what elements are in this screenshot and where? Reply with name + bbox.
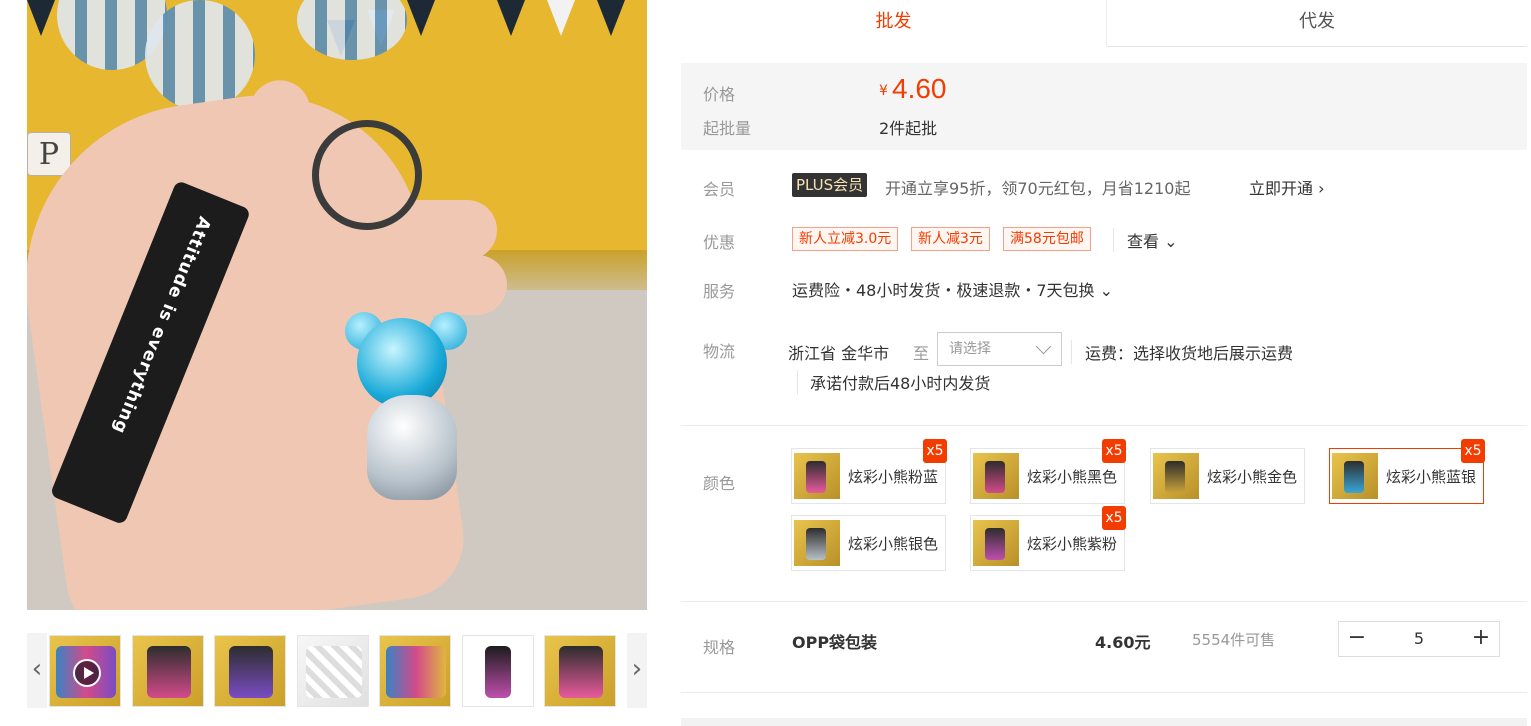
quantity-stepper: − + (1338, 621, 1500, 657)
ship-from-location: 浙江省 金华市 (788, 344, 890, 363)
thumbnail-image[interactable] (132, 635, 204, 707)
keychain-thumb (985, 528, 1005, 560)
currency-symbol: ¥ (879, 83, 888, 99)
bunting-flag (597, 0, 625, 36)
section-divider (681, 692, 1527, 693)
thumbnail-keychain (559, 646, 603, 698)
thumbnail-image[interactable] (544, 635, 616, 707)
logistics-label: 物流 (703, 342, 736, 361)
thumbnail-image[interactable] (462, 635, 534, 707)
coupon-tag[interactable]: 新人立减3.0元 (792, 227, 899, 251)
service-label: 服务 (703, 282, 736, 301)
shipping-promise: 承诺付款后48小时内发货 (797, 370, 990, 394)
service-guarantees[interactable]: 运费险・48小时发货・极速退款・7天包换 ⌄ (792, 277, 1113, 301)
spec-price: 4.60元 (1095, 633, 1151, 652)
key-ring (312, 120, 422, 230)
color-option-name: 炫彩小熊黑色 (1027, 468, 1118, 486)
quantity-badge: x5 (1102, 439, 1126, 463)
destination-select[interactable]: 请选择 (937, 332, 1062, 366)
color-option-image (973, 520, 1019, 566)
bunting-flag (407, 0, 435, 36)
bottom-bar (681, 718, 1527, 726)
section-divider (681, 425, 1527, 426)
color-option-image (794, 453, 840, 499)
color-option-name: 炫彩小熊蓝银 (1386, 468, 1477, 486)
ship-to-label: 至 (913, 344, 930, 363)
member-label: 会员 (703, 180, 736, 199)
thumbnail-image[interactable] (297, 635, 369, 707)
price-box: 价格 ¥ 4.60 起批量 2件起批 (681, 63, 1527, 150)
color-option-image (794, 520, 840, 566)
color-option-image (1332, 453, 1378, 499)
discount-label: 优惠 (703, 233, 736, 252)
quantity-badge: x5 (1102, 506, 1126, 530)
keychain-thumb (1344, 461, 1364, 493)
chevron-right-icon[interactable]: › (627, 633, 647, 708)
color-option[interactable]: 炫彩小熊黑色 x5 (970, 439, 1126, 504)
wall-letter: P (27, 132, 71, 176)
color-option[interactable]: 炫彩小熊银色 (791, 515, 946, 571)
keychain-thumb (806, 528, 826, 560)
color-option-name: 炫彩小熊粉蓝 (848, 468, 939, 486)
coupon-tag[interactable]: 满58元包邮 (1003, 227, 1091, 251)
view-coupons-link[interactable]: 查看 ⌄ (1113, 228, 1178, 252)
spec-label: 规格 (703, 638, 736, 657)
price-label: 价格 (703, 85, 736, 104)
color-option-image (1153, 453, 1199, 499)
chevron-down-icon (1035, 338, 1052, 355)
keychain-thumb (1165, 461, 1185, 493)
thumbnail-video[interactable] (49, 635, 121, 707)
quantity-input[interactable] (1375, 622, 1463, 656)
bear-body (367, 395, 457, 500)
open-membership-link[interactable]: 立即开通 › (1249, 175, 1325, 199)
bunting-flag (27, 0, 55, 36)
keychain-thumb (806, 461, 826, 493)
bunting-flag (497, 0, 525, 36)
spec-name: OPP袋包装 (792, 633, 878, 652)
section-divider (681, 601, 1527, 602)
color-option-name: 炫彩小熊金色 (1207, 468, 1298, 486)
member-benefit-text: 开通立享95折，领70元红包，月省1210起 (885, 179, 1191, 198)
tab-dropship[interactable]: 代发 (1106, 0, 1527, 47)
bunting-flag (547, 0, 575, 36)
tab-wholesale[interactable]: 批发 (681, 0, 1106, 47)
purchase-mode-tabs: 批发 代发 (681, 0, 1527, 47)
coupon-tag[interactable]: 新人减3元 (911, 227, 990, 251)
color-option-name: 炫彩小熊紫粉 (1027, 535, 1118, 553)
color-label: 颜色 (703, 474, 736, 493)
destination-placeholder: 请选择 (949, 341, 991, 357)
thumbnail-keychain (485, 646, 511, 698)
freight-info: 运费：选择收货地后展示运费 (1071, 340, 1293, 364)
thumbnail-image[interactable] (379, 635, 451, 707)
increase-button[interactable]: + (1463, 622, 1499, 656)
color-option-selected[interactable]: 炫彩小熊蓝银 x5 (1329, 439, 1485, 504)
color-option[interactable]: 炫彩小熊粉蓝 x5 (791, 439, 947, 504)
quantity-badge: x5 (923, 439, 947, 463)
balloon-decoration (145, 0, 255, 110)
chevron-left-icon[interactable]: ‹ (27, 633, 47, 708)
moq-value: 2件起批 (879, 119, 938, 138)
moq-label: 起批量 (703, 119, 752, 138)
color-option-name: 炫彩小熊银色 (848, 535, 939, 553)
color-option[interactable]: 炫彩小熊紫粉 x5 (970, 506, 1126, 571)
thumbnail-keychain (229, 646, 273, 698)
quantity-badge: x5 (1461, 439, 1485, 463)
thumbnail-image[interactable] (214, 635, 286, 707)
color-option[interactable]: 炫彩小熊金色 (1150, 448, 1305, 504)
thumbnail-keychain (386, 646, 446, 698)
keychain-thumb (985, 461, 1005, 493)
finger (387, 255, 507, 315)
price-value: 4.60 (892, 73, 947, 104)
balloon-decoration (297, 0, 407, 60)
decrease-button[interactable]: − (1339, 622, 1375, 656)
thumbnail-bag (306, 646, 362, 698)
plus-member-badge: PLUS会员 (792, 173, 868, 197)
main-product-image[interactable]: P A R A Attitude is everything (27, 0, 647, 610)
thumbnail-keychain (147, 646, 191, 698)
spec-stock: 5554件可售 (1192, 631, 1276, 649)
play-icon (73, 659, 101, 687)
thumbnail-strip: ‹ › (27, 633, 647, 708)
color-option-image (973, 453, 1019, 499)
